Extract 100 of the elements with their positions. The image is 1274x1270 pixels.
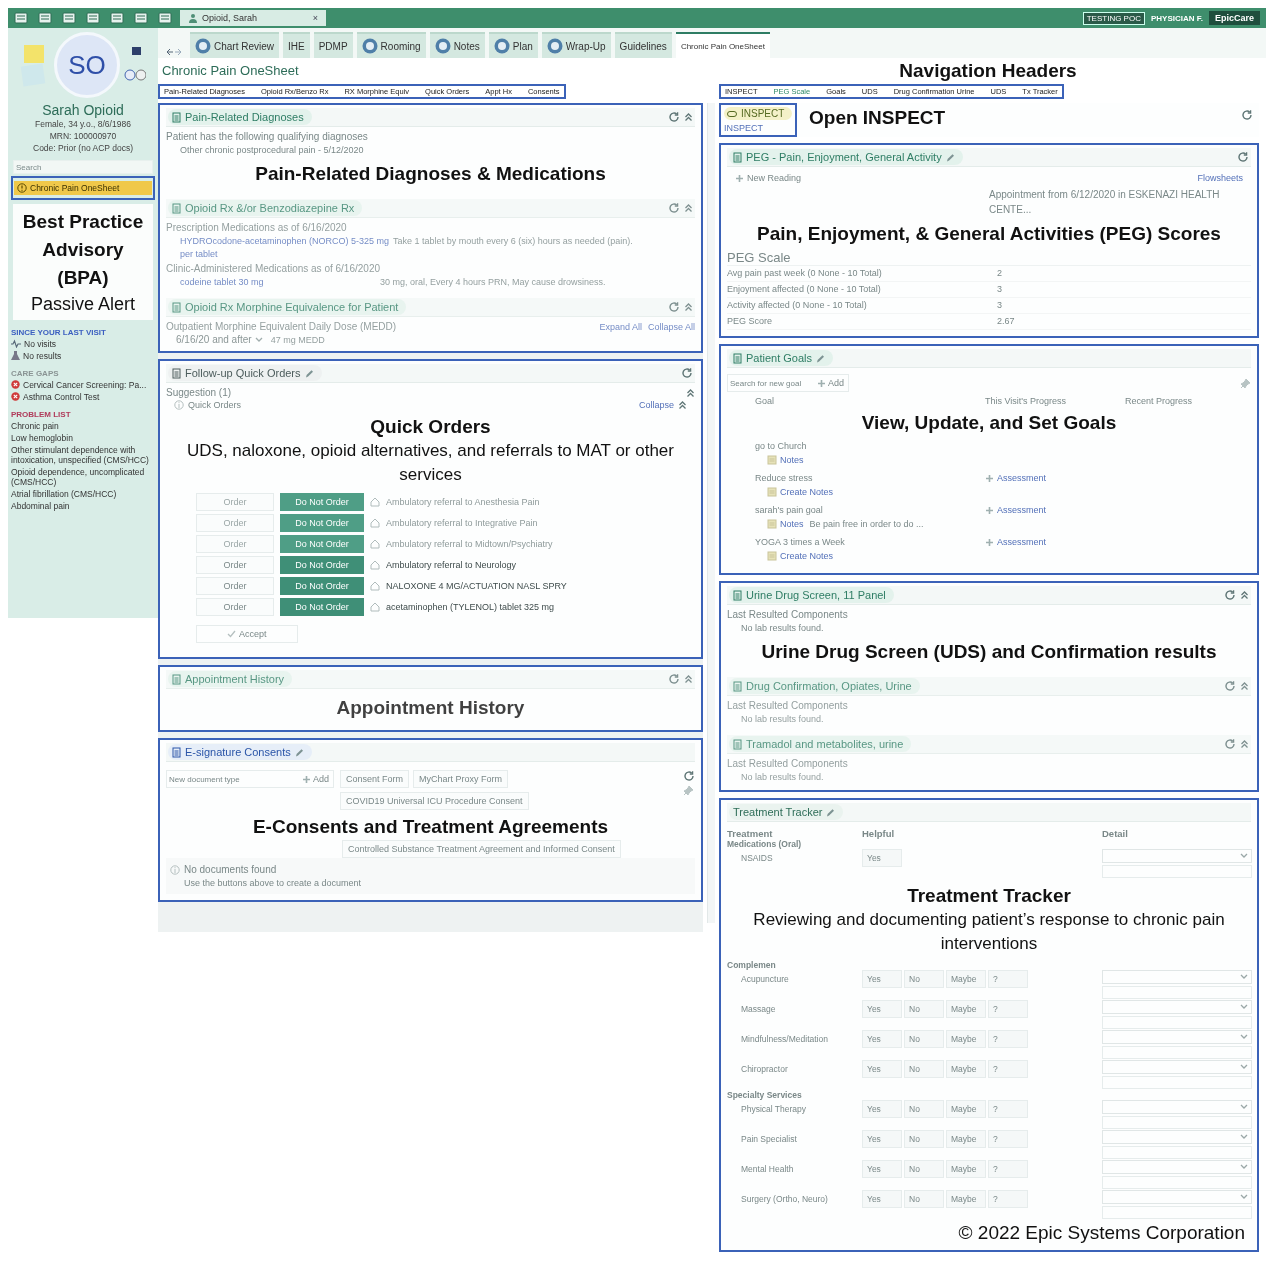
toolbar-icon[interactable] <box>62 12 76 24</box>
problem-item[interactable]: Atrial fibrillation (CMS/HCC) <box>11 489 117 499</box>
problem-item[interactable]: Low hemoglobin <box>11 433 73 443</box>
collapse-icon[interactable] <box>684 112 693 122</box>
do-not-order-button[interactable]: Do Not Order <box>280 492 364 511</box>
do-not-order-button[interactable]: Do Not Order <box>280 576 364 595</box>
edit-icon[interactable] <box>826 807 836 817</box>
collapse-icon[interactable] <box>684 203 693 213</box>
option-button[interactable]: No <box>904 1100 944 1118</box>
option-button[interactable]: No <box>904 1000 944 1018</box>
option-button[interactable]: ? <box>988 1060 1028 1078</box>
collapse-link[interactable]: Collapse <box>638 400 674 410</box>
option-button[interactable]: Yes <box>862 1030 902 1048</box>
title-pill[interactable]: Tramadol and metabolites, urine <box>729 736 912 752</box>
toolbar-icon[interactable] <box>110 12 124 24</box>
text-link[interactable]: Expand All <box>599 321 642 332</box>
refresh-icon[interactable] <box>1224 738 1236 750</box>
refresh-icon[interactable] <box>668 673 680 685</box>
detail-field[interactable] <box>1102 1116 1252 1129</box>
refresh-icon[interactable] <box>681 367 693 379</box>
patient-tab[interactable]: Opioid, Sarah × <box>180 10 326 26</box>
notes-link[interactable]: Create Notes <box>767 549 834 563</box>
edit-icon[interactable] <box>816 353 826 363</box>
activity-tab[interactable]: Plan <box>488 32 538 58</box>
option-button[interactable]: No <box>904 1190 944 1208</box>
title-pill[interactable]: Drug Confirmation, Opiates, Urine <box>729 678 920 694</box>
activity-tab[interactable]: Rooming <box>356 32 426 58</box>
option-button[interactable]: Maybe <box>946 1100 986 1118</box>
option-button[interactable]: ? <box>988 1130 1028 1148</box>
collapse-icon[interactable] <box>686 387 695 398</box>
option-button[interactable]: ? <box>988 1100 1028 1118</box>
scrollbar[interactable] <box>707 103 715 923</box>
order-button[interactable]: Order <box>196 576 274 595</box>
do-not-order-button[interactable]: Do Not Order <box>280 597 364 616</box>
activity-tab[interactable]: Chronic Pain OneSheet <box>675 32 770 58</box>
flowsheets-link[interactable]: Flowsheets <box>1197 173 1243 183</box>
edit-icon[interactable] <box>304 368 314 378</box>
notes-link[interactable]: Notes <box>767 453 804 467</box>
detail-field[interactable] <box>1102 1046 1252 1059</box>
option-button[interactable]: No <box>904 1130 944 1148</box>
problem-item[interactable]: Opioid dependence, uncomplicated (CMS/HCC) <box>11 467 155 487</box>
option-button[interactable]: Maybe <box>946 1160 986 1178</box>
option-button[interactable]: ? <box>988 970 1028 988</box>
option-button[interactable]: Maybe <box>946 1190 986 1208</box>
alert-banner[interactable]: Chronic Pain OneSheet <box>14 181 152 195</box>
activity-tab[interactable]: PDMP <box>313 32 353 58</box>
option-button[interactable]: No <box>904 1160 944 1178</box>
option-button[interactable]: Maybe <box>946 1130 986 1148</box>
toolbar-icon[interactable] <box>158 12 172 24</box>
refresh-icon[interactable] <box>668 301 680 313</box>
pin-icon[interactable] <box>683 785 694 796</box>
option-button[interactable]: Yes <box>862 1190 902 1208</box>
option-button[interactable]: ? <box>988 1000 1028 1018</box>
order-button[interactable]: Order <box>196 492 274 511</box>
option-button[interactable]: No <box>904 1060 944 1078</box>
search-field[interactable]: Search <box>13 160 153 174</box>
detail-field[interactable] <box>1102 986 1252 999</box>
activity-tab[interactable]: Wrap-Up <box>541 32 611 58</box>
order-button[interactable]: Order <box>196 597 274 616</box>
medication-link[interactable]: per tablet <box>180 248 695 261</box>
option-button[interactable]: Yes <box>862 1160 902 1178</box>
title-pill[interactable]: Treatment Tracker <box>729 804 844 820</box>
assessment-button[interactable]: Assessment <box>985 535 1251 549</box>
refresh-icon[interactable] <box>668 111 680 123</box>
option-button[interactable]: Yes <box>862 849 902 867</box>
document-button[interactable]: Controlled Substance Treatment Agreement and Informed Consent <box>342 840 621 858</box>
option-button[interactable]: ? <box>988 1190 1028 1208</box>
option-button[interactable]: ? <box>988 1030 1028 1048</box>
option-button[interactable]: No <box>904 970 944 988</box>
toolbar-icon[interactable] <box>14 12 28 24</box>
problem-item[interactable]: Chronic pain <box>11 421 59 431</box>
edit-icon[interactable] <box>294 747 304 757</box>
add-button[interactable]: Add <box>298 774 333 784</box>
option-button[interactable]: Yes <box>862 1000 902 1018</box>
refresh-icon[interactable] <box>1224 680 1236 692</box>
title-pill[interactable]: Pain-Related Diagnoses <box>168 109 312 125</box>
refresh-icon[interactable] <box>668 202 680 214</box>
title-pill[interactable]: Urine Drug Screen, 11 Panel <box>729 587 894 603</box>
detail-field[interactable] <box>1102 1016 1252 1029</box>
option-button[interactable]: No <box>904 1030 944 1048</box>
do-not-order-button[interactable]: Do Not Order <box>280 555 364 574</box>
title-pill[interactable]: Opioid Rx &/or Benzodiazepine Rx <box>168 200 363 216</box>
collapse-icon[interactable] <box>1240 739 1249 749</box>
title-pill[interactable]: Appointment History <box>168 671 293 687</box>
notes-link[interactable]: Notes <box>767 517 804 531</box>
toolbar-icon[interactable] <box>134 12 148 24</box>
toolbar-icon[interactable] <box>86 12 100 24</box>
do-not-order-button[interactable]: Do Not Order <box>280 513 364 532</box>
option-button[interactable]: Yes <box>862 1060 902 1078</box>
option-button[interactable]: Yes <box>862 1100 902 1118</box>
toolbar-icon[interactable] <box>38 12 52 24</box>
title-pill[interactable]: Opioid Rx Morphine Equivalence for Patient <box>168 299 407 315</box>
problem-item[interactable]: Abdominal pain <box>11 501 70 511</box>
activity-tab[interactable]: IHE <box>283 32 310 58</box>
document-button[interactable]: Consent Form <box>340 770 410 788</box>
collapse-icon[interactable] <box>684 674 693 684</box>
medication-link[interactable]: codeine tablet 30 mg <box>180 276 380 289</box>
option-button[interactable]: ? <box>988 1160 1028 1178</box>
document-button[interactable]: MyChart Proxy Form <box>413 770 509 788</box>
order-button[interactable]: Order <box>196 555 274 574</box>
